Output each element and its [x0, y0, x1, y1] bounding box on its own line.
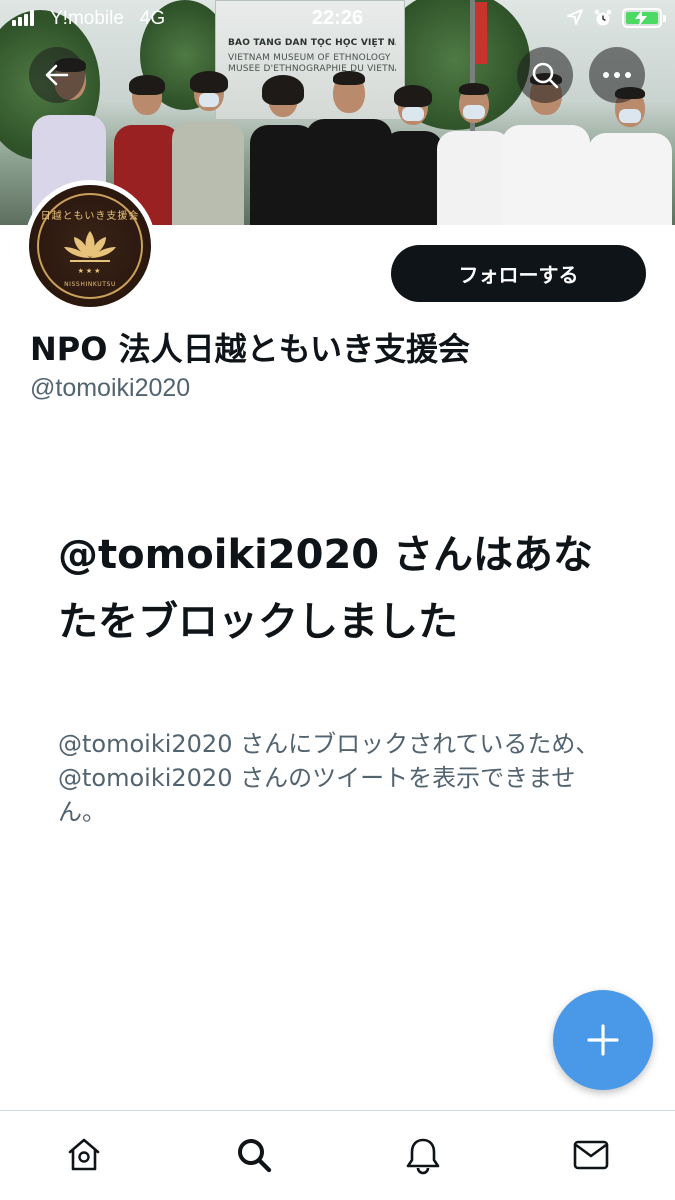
- banner-person: [172, 71, 244, 225]
- more-button[interactable]: [589, 47, 645, 103]
- logo-stars: ★★★: [77, 267, 103, 275]
- logo-org-name: 日越ともいき支援会: [40, 211, 140, 222]
- museum-sign-vn: BẢO TÀNG DÂN TỘC HỌC VIỆT NAM: [228, 38, 396, 48]
- nav-explore[interactable]: [232, 1133, 276, 1177]
- home-icon: [68, 1138, 100, 1171]
- avatar-image: 日越ともいき支援会 ★★★ NISSHINKUTSU: [29, 185, 151, 307]
- nav-notifications[interactable]: [401, 1133, 445, 1177]
- profile-avatar[interactable]: 日越ともいき支援会 ★★★ NISSHINKUTSU: [24, 180, 156, 312]
- bell-icon: [406, 1138, 440, 1175]
- more-icon: [603, 72, 631, 78]
- blocked-title: @tomoiki2020 さんはあなたをブロックしました: [58, 532, 594, 645]
- charging-icon: [635, 10, 647, 26]
- search-button[interactable]: [517, 47, 573, 103]
- profile-display-name: NPO 法人日越ともいき支援会: [30, 330, 470, 368]
- banner-person: [383, 85, 443, 225]
- nav-messages[interactable]: [569, 1133, 613, 1177]
- status-bar: Y!mobile 4G 22:26: [0, 0, 675, 38]
- banner-person: [437, 83, 511, 225]
- back-arrow-icon: [45, 64, 69, 86]
- location-icon: [567, 9, 583, 25]
- battery-icon: [622, 8, 666, 28]
- follow-button[interactable]: フォローする: [391, 245, 646, 302]
- profile-handle: @tomoiki2020: [30, 374, 191, 402]
- compose-tweet-button[interactable]: [553, 990, 653, 1090]
- banner-person: [306, 71, 392, 225]
- logo-romaji: NISSHINKUTSU: [64, 281, 116, 288]
- lotus-icon: [64, 231, 116, 262]
- bottom-nav: [0, 1110, 675, 1200]
- search-icon: [238, 1139, 272, 1173]
- back-button[interactable]: [29, 47, 85, 103]
- mail-icon: [573, 1140, 609, 1170]
- plus-icon: [587, 1024, 619, 1056]
- banner-person: [588, 87, 672, 225]
- museum-sign-en: VIETNAM MUSEUM OF ETHNOLOGY: [228, 53, 391, 63]
- alarm-icon: [594, 9, 612, 26]
- nav-home[interactable]: [62, 1133, 106, 1177]
- search-icon: [532, 62, 559, 89]
- blocked-description: @tomoiki2020 さんにブロックされているため、@tomoiki2020…: [58, 730, 600, 826]
